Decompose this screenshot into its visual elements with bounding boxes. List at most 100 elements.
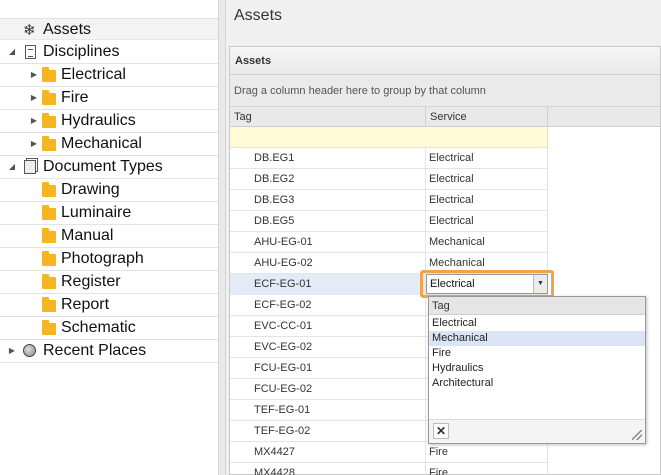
- expand-arrow-icon[interactable]: ▶: [29, 92, 39, 104]
- cell-tag[interactable]: AHU-EG-01: [230, 232, 426, 253]
- tree-item-hydraulics[interactable]: ▶ Hydraulics: [0, 110, 218, 133]
- cell-tag[interactable]: DB.EG3: [230, 190, 426, 211]
- folder-icon: [42, 205, 57, 221]
- cell-tag[interactable]: TEF-EG-01: [230, 400, 426, 421]
- table-row[interactable]: AHU-EG-01 Mechanical: [230, 232, 548, 253]
- table-row[interactable]: DB.EG5 Electrical: [230, 211, 548, 232]
- table-row[interactable]: MX4428 Fire: [230, 463, 548, 475]
- assets-grid: Assets Drag a column header here to grou…: [229, 46, 661, 475]
- folder-icon: [42, 320, 57, 336]
- tree-item-register[interactable]: Register: [0, 271, 218, 294]
- cell-tag[interactable]: TEF-EG-02: [230, 421, 426, 442]
- editor-value: Electrical: [430, 278, 475, 290]
- tree-item-luminaire[interactable]: Luminaire: [0, 202, 218, 225]
- filter-row[interactable]: [230, 127, 548, 148]
- column-header-tag[interactable]: Tag: [230, 107, 426, 127]
- cell-service[interactable]: Mechanical: [426, 232, 548, 253]
- globe-icon: [23, 344, 38, 359]
- table-row[interactable]: DB.EG2 Electrical: [230, 169, 548, 190]
- table-row[interactable]: DB.EG1 Electrical: [230, 148, 548, 169]
- popup-footer: ✕: [429, 419, 645, 443]
- folder-icon: [42, 274, 57, 290]
- tree-item-report[interactable]: Report: [0, 294, 218, 317]
- grid-caption: Assets: [230, 47, 660, 75]
- tree-item-mechanical[interactable]: ▶ Mechanical: [0, 133, 218, 156]
- tree-node-disciplines[interactable]: ◢ Disciplines: [0, 41, 218, 64]
- gear-icon: ❄: [23, 22, 36, 39]
- tree-item-label: Drawing: [61, 181, 120, 198]
- dropdown-arrow-icon[interactable]: ▼: [533, 275, 547, 293]
- popup-column-header[interactable]: Tag: [429, 297, 645, 315]
- cell-tag[interactable]: DB.EG5: [230, 211, 426, 232]
- dropdown-option[interactable]: Mechanical: [429, 331, 645, 346]
- tree-item-fire[interactable]: ▶ Fire: [0, 87, 218, 110]
- table-row[interactable]: MX4427 Fire: [230, 442, 548, 463]
- tree-item-photograph[interactable]: Photograph: [0, 248, 218, 271]
- cell-tag[interactable]: FCU-EG-01: [230, 358, 426, 379]
- tree-node-recent-places[interactable]: ▶ Recent Places: [0, 340, 218, 363]
- folder-icon: [42, 182, 57, 198]
- cell-service[interactable]: Electrical: [426, 190, 548, 211]
- navigation-tree: ❄ Assets ◢ Disciplines ▶ Electrical ▶ Fire ▶…: [0, 0, 218, 475]
- documents-icon: [23, 160, 38, 175]
- tree-node-label: Recent Places: [43, 342, 147, 359]
- cell-service[interactable]: Electrical: [426, 169, 548, 190]
- tree-root-assets[interactable]: ❄ Assets: [0, 18, 218, 40]
- expand-arrow-icon[interactable]: ▶: [29, 115, 39, 127]
- cell-tag[interactable]: EVC-CC-01: [230, 316, 426, 337]
- dropdown-option[interactable]: Architectural: [429, 376, 645, 391]
- collapse-arrow-icon[interactable]: ◢: [7, 46, 17, 58]
- cell-service[interactable]: Electrical: [426, 148, 548, 169]
- table-row[interactable]: DB.EG3 Electrical: [230, 190, 548, 211]
- pane-splitter[interactable]: [218, 0, 226, 475]
- cell-tag[interactable]: ECF-EG-02: [230, 295, 426, 316]
- close-icon[interactable]: ✕: [433, 423, 449, 439]
- cell-tag[interactable]: EVC-EG-02: [230, 337, 426, 358]
- cell-service[interactable]: Mechanical: [426, 253, 548, 274]
- tree-item-label: Mechanical: [61, 135, 142, 152]
- resize-grip-icon[interactable]: [632, 430, 642, 440]
- tree-item-drawing[interactable]: Drawing: [0, 179, 218, 202]
- tree-item-electrical[interactable]: ▶ Electrical: [0, 64, 218, 87]
- cell-tag[interactable]: FCU-EG-02: [230, 379, 426, 400]
- column-header-service[interactable]: Service: [426, 107, 548, 127]
- cell-service[interactable]: Fire: [426, 463, 548, 475]
- folder-icon: [42, 67, 57, 83]
- tree-item-label: Schematic: [61, 319, 136, 336]
- cell-tag[interactable]: DB.EG2: [230, 169, 426, 190]
- cell-tag[interactable]: DB.EG1: [230, 148, 426, 169]
- dropdown-option[interactable]: Fire: [429, 346, 645, 361]
- table-row[interactable]: AHU-EG-02 Mechanical: [230, 253, 548, 274]
- expand-arrow-icon[interactable]: ▶: [29, 69, 39, 81]
- cell-service[interactable]: Fire: [426, 442, 548, 463]
- cell-tag[interactable]: ECF-EG-01: [230, 274, 426, 295]
- group-by-panel[interactable]: Drag a column header here to group by th…: [230, 75, 660, 107]
- cell-tag[interactable]: MX4428: [230, 463, 426, 475]
- service-dropdown-popup: Tag Electrical Mechanical Fire Hydraulics Ar…: [428, 296, 646, 444]
- main-pane: Assets Assets Drag a column header here …: [226, 0, 661, 475]
- tree-root-label: Assets: [43, 21, 92, 38]
- folder-icon: [42, 251, 57, 267]
- collapse-arrow-icon[interactable]: ◢: [7, 161, 17, 173]
- tree-item-label: Manual: [61, 227, 114, 244]
- expand-arrow-icon[interactable]: ▶: [7, 345, 17, 357]
- dropdown-option[interactable]: Hydraulics: [429, 361, 645, 376]
- expand-arrow-icon[interactable]: ▶: [29, 138, 39, 150]
- dropdown-option[interactable]: Electrical: [429, 316, 645, 331]
- tree-item-manual[interactable]: Manual: [0, 225, 218, 248]
- tree-item-label: Luminaire: [61, 204, 132, 221]
- popup-option-list: Electrical Mechanical Fire Hydraulics Archit…: [429, 316, 645, 391]
- tree-item-label: Register: [61, 273, 121, 290]
- tree-item-schematic[interactable]: Schematic: [0, 317, 218, 340]
- folder-icon: [42, 228, 57, 244]
- column-headers: Tag Service: [230, 107, 660, 127]
- service-combo-editor[interactable]: Electrical ▼: [426, 274, 548, 294]
- folder-icon: [42, 297, 57, 313]
- tree-item-label: Report: [61, 296, 110, 313]
- tree-node-document-types[interactable]: ◢ Document Types: [0, 156, 218, 179]
- cell-tag[interactable]: AHU-EG-02: [230, 253, 426, 274]
- tree-item-label: Fire: [61, 89, 89, 106]
- cell-service[interactable]: Electrical: [426, 211, 548, 232]
- cell-tag[interactable]: MX4427: [230, 442, 426, 463]
- grid-caption-label: Assets: [235, 55, 272, 67]
